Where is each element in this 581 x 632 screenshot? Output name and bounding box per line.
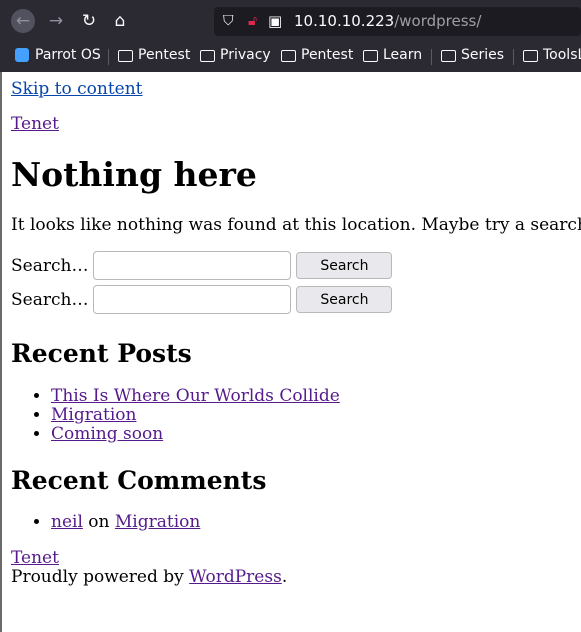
window-edge xyxy=(0,72,2,632)
wordpress-link[interactable]: WordPress xyxy=(189,567,282,587)
bookmark-folder-series[interactable]: Series xyxy=(441,47,504,63)
bookmark-folder-tools[interactable]: ToolsL xyxy=(523,47,581,63)
folder-icon xyxy=(523,50,538,62)
list-item: This Is Where Our Worlds Collide xyxy=(51,387,340,406)
browser-toolbar: ← → ↻ ⌂ ⛉ 🔓︎ ▣ 10.10.10.223/wordpress/ xyxy=(0,0,581,42)
bookmark-folder-learn[interactable]: Learn xyxy=(363,47,422,63)
list-item: Coming soon xyxy=(51,425,340,444)
forward-arrow-icon[interactable]: → xyxy=(44,9,68,33)
bookmarks-bar: Parrot OS Pentest Privacy Pentest Learn … xyxy=(0,42,581,71)
footer-credit: Proudly powered by WordPress. xyxy=(11,567,287,587)
url-text[interactable]: 10.10.10.223/wordpress/ xyxy=(294,12,481,30)
search-button[interactable]: Search xyxy=(296,252,393,279)
footer-text: Proudly powered by xyxy=(11,567,184,587)
post-link[interactable]: Migration xyxy=(51,405,136,425)
skip-to-content-link[interactable]: Skip to content xyxy=(11,79,143,99)
post-link[interactable]: Coming soon xyxy=(51,424,163,444)
bookmark-separator xyxy=(108,49,109,65)
recent-posts-heading: Recent Posts xyxy=(11,339,192,368)
list-item: Migration xyxy=(51,406,340,425)
bookmark-separator xyxy=(431,49,432,65)
page-title: Nothing here xyxy=(11,155,257,194)
reload-icon[interactable]: ↻ xyxy=(77,9,101,33)
bookmark-label: Pentest xyxy=(301,47,354,63)
folder-icon xyxy=(441,50,456,62)
search-form: Search… Search xyxy=(11,251,393,280)
search-form-2: Search… Search xyxy=(11,285,393,314)
not-found-message: It looks like nothing was found at this … xyxy=(11,215,581,235)
comment-on-text: on xyxy=(88,512,110,532)
bookmark-label: Parrot OS xyxy=(35,47,101,63)
search-input[interactable] xyxy=(93,251,292,280)
back-arrow-icon[interactable]: ← xyxy=(11,9,35,33)
bookmark-label: Series xyxy=(461,47,505,63)
parrot-logo-icon xyxy=(15,48,29,62)
post-link[interactable]: This Is Where Our Worlds Collide xyxy=(51,386,340,406)
bookmark-label: ToolsL xyxy=(543,47,581,63)
bookmark-folder-pentest-2[interactable]: Pentest xyxy=(281,47,353,63)
url-path: /wordpress/ xyxy=(394,12,482,30)
recent-posts-list: This Is Where Our Worlds Collide Migrati… xyxy=(11,387,340,444)
browser-chrome: ← → ↻ ⌂ ⛉ 🔓︎ ▣ 10.10.10.223/wordpress/ P… xyxy=(0,0,581,72)
bookmark-label: Pentest xyxy=(138,47,191,63)
search-input[interactable] xyxy=(93,285,292,314)
insecure-lock-icon[interactable]: 🔓︎ xyxy=(248,13,257,29)
site-title-link[interactable]: Tenet xyxy=(11,114,59,134)
bookmark-separator xyxy=(513,49,514,65)
folder-icon xyxy=(200,50,215,62)
bookmark-folder-privacy[interactable]: Privacy xyxy=(200,47,271,63)
search-label: Search… xyxy=(11,289,89,310)
folder-icon xyxy=(281,50,296,62)
footer-period: . xyxy=(281,567,288,587)
shield-icon[interactable]: ⛉ xyxy=(223,13,234,29)
home-icon[interactable]: ⌂ xyxy=(108,9,132,33)
search-button[interactable]: Search xyxy=(296,286,393,313)
bookmark-folder-pentest[interactable]: Pentest xyxy=(118,47,190,63)
footer-site-title-link[interactable]: Tenet xyxy=(11,548,59,568)
url-bar[interactable]: ⛉ 🔓︎ ▣ 10.10.10.223/wordpress/ xyxy=(214,7,581,36)
page-icon: ▣ xyxy=(268,12,283,30)
recent-comments-heading: Recent Comments xyxy=(11,466,267,495)
comment-post-link[interactable]: Migration xyxy=(115,512,200,532)
bookmark-label: Learn xyxy=(383,47,423,63)
bookmark-parrot-os[interactable]: Parrot OS xyxy=(15,47,101,63)
list-item: neil on Migration xyxy=(51,513,200,532)
bookmark-label: Privacy xyxy=(220,47,271,63)
comment-author-link[interactable]: neil xyxy=(51,512,83,532)
folder-icon xyxy=(363,50,378,62)
recent-comments-list: neil on Migration xyxy=(11,513,200,532)
folder-icon xyxy=(118,50,133,62)
search-label: Search… xyxy=(11,255,89,276)
url-host: 10.10.10.223 xyxy=(294,12,395,30)
